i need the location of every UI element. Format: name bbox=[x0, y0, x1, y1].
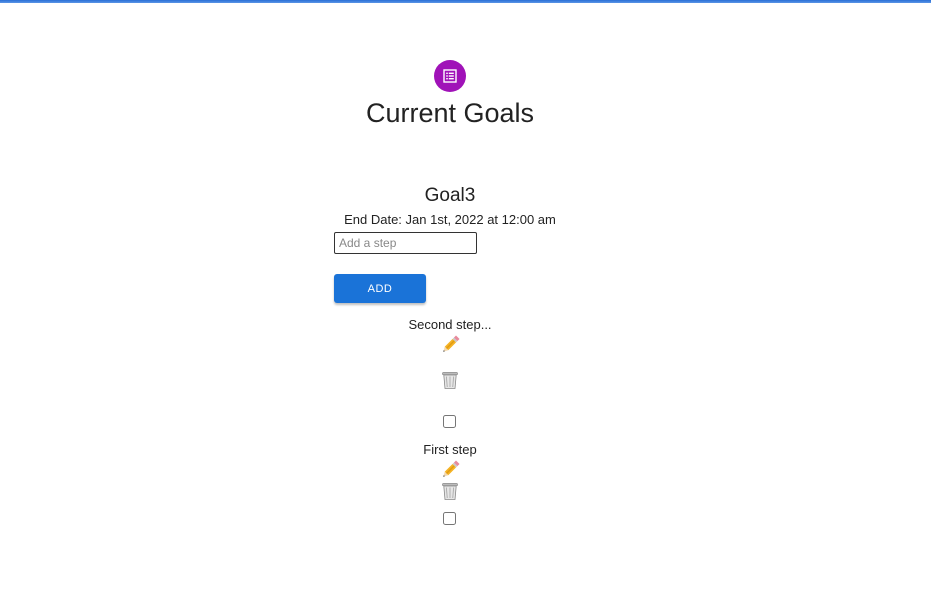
pencil-icon[interactable] bbox=[439, 334, 461, 356]
step-complete-checkbox[interactable] bbox=[443, 512, 456, 525]
list-alt-icon bbox=[434, 60, 466, 92]
add-step-button[interactable]: ADD bbox=[334, 274, 426, 303]
page-title: Current Goals bbox=[365, 98, 535, 128]
trash-icon[interactable] bbox=[439, 369, 461, 391]
goal-end-date: End Date: Jan 1st, 2022 at 12:00 am bbox=[344, 212, 556, 227]
trash-icon[interactable] bbox=[439, 480, 461, 502]
step-text: First step bbox=[423, 442, 477, 457]
step-text: Second step... bbox=[408, 317, 492, 332]
top-accent-bar bbox=[0, 0, 931, 3]
add-step-input[interactable] bbox=[334, 232, 477, 254]
pencil-icon[interactable] bbox=[439, 459, 461, 481]
step-complete-checkbox[interactable] bbox=[443, 415, 456, 428]
goal-title: Goal3 bbox=[424, 185, 476, 206]
